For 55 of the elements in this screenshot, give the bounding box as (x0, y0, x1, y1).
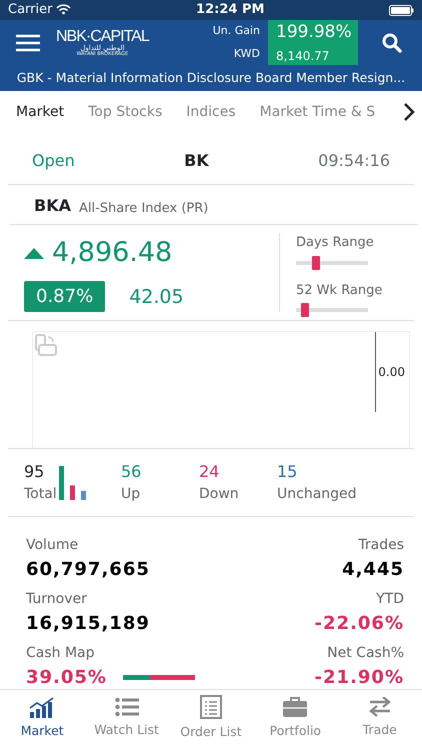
gain-percent: 199.98% (276, 21, 350, 44)
stat-label: Volume (26, 536, 80, 555)
count-value: 95 (24, 461, 46, 483)
index-value: 4,896.48 (52, 236, 172, 270)
tab[interactable]: Top Stocks (88, 102, 162, 122)
stat-label: Cash Map (26, 644, 96, 663)
swap-arrows-icon (368, 697, 392, 718)
stat-value: 16,915,189 (26, 612, 150, 636)
currency-label: KWD (234, 46, 260, 62)
nav-tab[interactable]: Portfolio (253, 696, 338, 741)
market-state: Open (32, 150, 75, 172)
count-value: 56 (121, 461, 142, 483)
stat-label: Trades (358, 536, 404, 555)
index-name: All-Share Index (PR) (78, 200, 208, 218)
stat-value: 39.05% (26, 666, 107, 690)
document-icon (200, 695, 222, 720)
change-value: 42.05 (129, 284, 184, 310)
count-label: Down (199, 485, 240, 504)
bar-chart-icon (59, 466, 86, 500)
tab[interactable]: Market Time & S (260, 102, 376, 122)
range-label: 52 Wk Range (296, 282, 384, 300)
stat-value: -21.90% (314, 666, 404, 690)
list-icon (114, 697, 139, 718)
range-label: Days Range (296, 234, 375, 252)
axis-label: 0.00 (378, 364, 405, 381)
nav-tab[interactable]: Order List (168, 695, 253, 742)
stat-label: Net Cash% (327, 644, 404, 663)
change-percent: 0.87% (24, 281, 106, 312)
stat-value: 60,797,665 (26, 558, 150, 582)
chart-icon (29, 696, 56, 718)
stat-value: -22.06% (314, 612, 404, 636)
gain-amount: 8,140.77 (276, 48, 330, 65)
battery-icon (389, 4, 414, 16)
up-triangle-icon (24, 248, 44, 258)
exchange-code: BK (184, 150, 209, 172)
nav-tab[interactable]: Watch List (84, 697, 169, 740)
briefcase-icon (283, 696, 308, 718)
search-button[interactable] (382, 30, 402, 54)
tab[interactable]: Market (16, 102, 64, 122)
stat-value: 4,445 (342, 558, 404, 582)
count-label: Total (24, 485, 58, 504)
index-code: BKA (34, 195, 71, 217)
count-value: 24 (199, 461, 220, 483)
stat-label: YTD (376, 590, 404, 609)
gain-label: Un. Gain (212, 23, 260, 39)
count-value: 15 (277, 461, 298, 483)
count-label: Unchanged (277, 485, 358, 504)
nav-tab[interactable]: Trade (338, 697, 422, 740)
carrier-label: Carrier (8, 1, 52, 20)
tab[interactable]: Indices (186, 102, 236, 122)
stat-label: Turnover (26, 590, 88, 609)
status-time: 12:24 PM (196, 1, 264, 20)
nav-tab[interactable]: Market (0, 696, 84, 741)
market-time: 09:54:16 (318, 150, 390, 172)
count-label: Up (121, 485, 142, 504)
